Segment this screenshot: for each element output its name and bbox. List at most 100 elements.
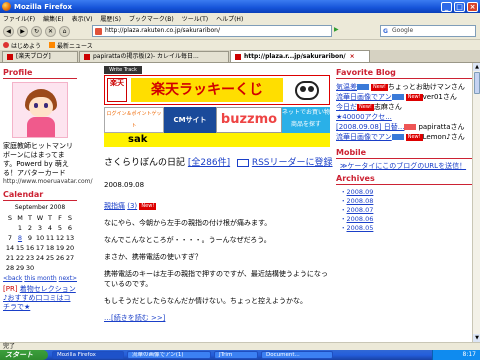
task-firefox[interactable]: Mozilla Firefox bbox=[52, 351, 124, 359]
site-favicon-icon bbox=[95, 28, 102, 35]
favorite-blog-link[interactable]: 気温差 bbox=[336, 82, 357, 92]
favorite-blog-link[interactable]: 流華日画像でアン bbox=[336, 132, 392, 142]
archive-item[interactable]: ・2008.05 bbox=[340, 224, 472, 233]
tab-papiratta[interactable]: papirattaの掲示板(2)- カレイル毎日... bbox=[79, 51, 229, 62]
post-link[interactable]: 親指痛 bbox=[104, 202, 125, 210]
google-icon: G bbox=[383, 28, 388, 35]
day-name: S bbox=[7, 214, 13, 222]
archive-item[interactable]: ・2008.06 bbox=[340, 215, 472, 224]
blog-update-icon bbox=[391, 134, 404, 140]
task-jtrim[interactable]: JTrim bbox=[214, 351, 258, 359]
go-arrow-icon[interactable]: ▶ bbox=[334, 26, 343, 36]
rakuten-lucky-banner[interactable]: 楽天 楽天ラッキーくじ bbox=[104, 75, 330, 105]
menu-file[interactable]: ファイル(F) bbox=[3, 14, 35, 23]
profile-link[interactable]: http://www.moeruavatar.com/ bbox=[3, 178, 93, 186]
tab-close-icon[interactable]: × bbox=[350, 52, 355, 62]
avatar-face bbox=[29, 97, 53, 117]
favorite-blog-item[interactable]: 流華日画像でアン New! Lemon♪さん bbox=[336, 132, 472, 142]
favorite-blog-link[interactable]: ★40000アクセ... bbox=[336, 112, 392, 122]
forward-button[interactable]: ▶ bbox=[17, 25, 28, 37]
calendar-day: 29 bbox=[15, 264, 25, 272]
tab-rakuten-blog[interactable]: [楽天ブログ] bbox=[2, 51, 78, 62]
tab-sakuraribon[interactable]: http://plaza.r...jp/sakuraribon/ × bbox=[230, 50, 370, 62]
menu-edit[interactable]: 編集(E) bbox=[43, 14, 63, 23]
back-button[interactable]: ◀ bbox=[3, 25, 14, 37]
favorite-blog-link[interactable]: 流華日画像でアン bbox=[336, 92, 392, 102]
scroll-up-icon[interactable]: ▲ bbox=[473, 63, 480, 71]
archive-link[interactable]: 2008.05 bbox=[347, 224, 374, 232]
ad-banner-row: ログイン＆ポイントゲット CMサイト buzzmo ネットでお買い物 商品を探す bbox=[104, 107, 330, 133]
post-count-link[interactable]: [全286件] bbox=[188, 158, 230, 168]
menu-help[interactable]: ヘルプ(H) bbox=[216, 14, 243, 23]
favorite-blog-owner: 志麻さん bbox=[373, 103, 402, 111]
shopping-banner[interactable]: ネットでお買い物 商品を探す bbox=[282, 107, 330, 133]
favorite-blog-item[interactable]: 気温差 New! ちょっとお助けマンさん bbox=[336, 82, 472, 92]
panda-head bbox=[295, 81, 319, 100]
write-track-button[interactable]: Write Track bbox=[104, 66, 142, 74]
minimize-button[interactable]: _ bbox=[441, 1, 452, 12]
menu-tools[interactable]: ツール(T) bbox=[182, 14, 208, 23]
stop-button[interactable]: ✕ bbox=[45, 25, 56, 37]
rss-register-link[interactable]: RSSリーダーに登録 bbox=[252, 158, 333, 168]
point-banner[interactable]: ログイン＆ポイントゲット bbox=[104, 107, 164, 133]
buzzmo-banner[interactable]: buzzmo bbox=[216, 107, 282, 133]
calendar-next-link[interactable]: next> bbox=[59, 275, 77, 282]
archive-item[interactable]: ・2008.07 bbox=[340, 206, 472, 215]
avatar bbox=[12, 82, 68, 138]
reload-button[interactable]: ↻ bbox=[31, 25, 42, 37]
favorite-blog-item[interactable]: 今日だ New! 志麻さん bbox=[336, 102, 472, 112]
archive-item[interactable]: ・2008.09 bbox=[340, 188, 472, 197]
pr-ad[interactable]: [PR] 着物セレクション♪おすすめ口コミはコチラで★ bbox=[3, 285, 77, 312]
rakuten-logo: 楽天 bbox=[107, 78, 127, 102]
bookmark-label: 最新ニュース bbox=[57, 42, 93, 50]
comment-count-link[interactable]: (3) bbox=[127, 202, 137, 210]
maximize-button[interactable]: □ bbox=[454, 1, 465, 12]
new-badge: New! bbox=[139, 202, 157, 210]
favorite-blog-link[interactable]: 今日だ bbox=[336, 102, 357, 112]
archive-item[interactable]: ・2008.08 bbox=[340, 197, 472, 206]
url-bar[interactable]: http://plaza.rakuten.co.jp/sakuraribon/ bbox=[92, 25, 332, 37]
archive-link[interactable]: 2008.09 bbox=[347, 188, 374, 196]
task-image[interactable]: 流華の画像でアン(1) bbox=[127, 351, 211, 359]
bookmark-getting-started[interactable]: はじめよう bbox=[3, 41, 41, 50]
post-body: 親指痛 (3) New! なにやら、今朝から左手の親指の付け根が痛みます。 なん… bbox=[104, 201, 330, 330]
window-title: Mozilla Firefox bbox=[14, 2, 72, 11]
mobile-send-link[interactable]: ≫ケータイにこのブログのURLを送信！ bbox=[340, 162, 472, 171]
system-tray: 8:17 bbox=[432, 350, 480, 360]
close-button[interactable]: × bbox=[467, 1, 478, 12]
calendar-day: 24 bbox=[35, 254, 45, 262]
menu-bookmarks[interactable]: ブックマーク(B) bbox=[129, 14, 174, 23]
calendar-day-link[interactable]: 8 bbox=[15, 233, 25, 243]
bookmark-latest-news[interactable]: 最新ニュース bbox=[49, 41, 93, 50]
archive-link[interactable]: 2008.06 bbox=[347, 215, 374, 223]
read-more-link[interactable]: …[続きを読む >>] bbox=[104, 313, 330, 323]
vertical-scrollbar[interactable]: ▲ ▼ bbox=[472, 63, 480, 342]
search-box[interactable]: G Google bbox=[380, 25, 476, 37]
cm-site-banner[interactable]: CMサイト bbox=[164, 107, 216, 133]
rss-icon[interactable] bbox=[236, 158, 249, 167]
post-title-line: 親指痛 (3) New! bbox=[104, 201, 330, 211]
archive-link[interactable]: 2008.08 bbox=[347, 197, 374, 205]
favorite-blog-item[interactable]: ★40000アクセ... bbox=[336, 112, 472, 122]
favorite-blog-item[interactable]: [2008.09.08] 日替... papirattaさん bbox=[336, 122, 472, 132]
task-document[interactable]: Document... bbox=[261, 351, 333, 359]
tab-favicon-icon bbox=[84, 54, 90, 60]
calendar-day bbox=[65, 263, 75, 273]
archive-link[interactable]: 2008.07 bbox=[347, 206, 374, 214]
calendar-this-month-link[interactable]: this month bbox=[24, 275, 56, 282]
search-placeholder: Google bbox=[392, 27, 414, 34]
favorite-blog-item[interactable]: 流華日画像でアン New! ver01さん bbox=[336, 92, 472, 102]
scroll-down-icon[interactable]: ▼ bbox=[473, 334, 480, 342]
clock: 8:17 bbox=[462, 351, 476, 358]
favorite-blog-link[interactable]: [2008.09.08] 日替... bbox=[336, 122, 404, 132]
menu-history[interactable]: 履歴(S) bbox=[100, 14, 121, 23]
scroll-thumb[interactable] bbox=[474, 72, 480, 94]
calendar-day: 25 bbox=[45, 254, 55, 262]
menu-view[interactable]: 表示(V) bbox=[72, 14, 93, 23]
page-content: Profile 家庭教師ヒットマンリボーンにはまってます。Powerd by 萌… bbox=[0, 63, 472, 342]
calendar-back-link[interactable]: <back bbox=[3, 275, 22, 282]
start-button[interactable]: スタート bbox=[0, 350, 48, 360]
tab-label: [楽天ブログ] bbox=[16, 53, 51, 60]
home-button[interactable]: ⌂ bbox=[59, 25, 70, 37]
blog-update-icon bbox=[357, 84, 369, 90]
